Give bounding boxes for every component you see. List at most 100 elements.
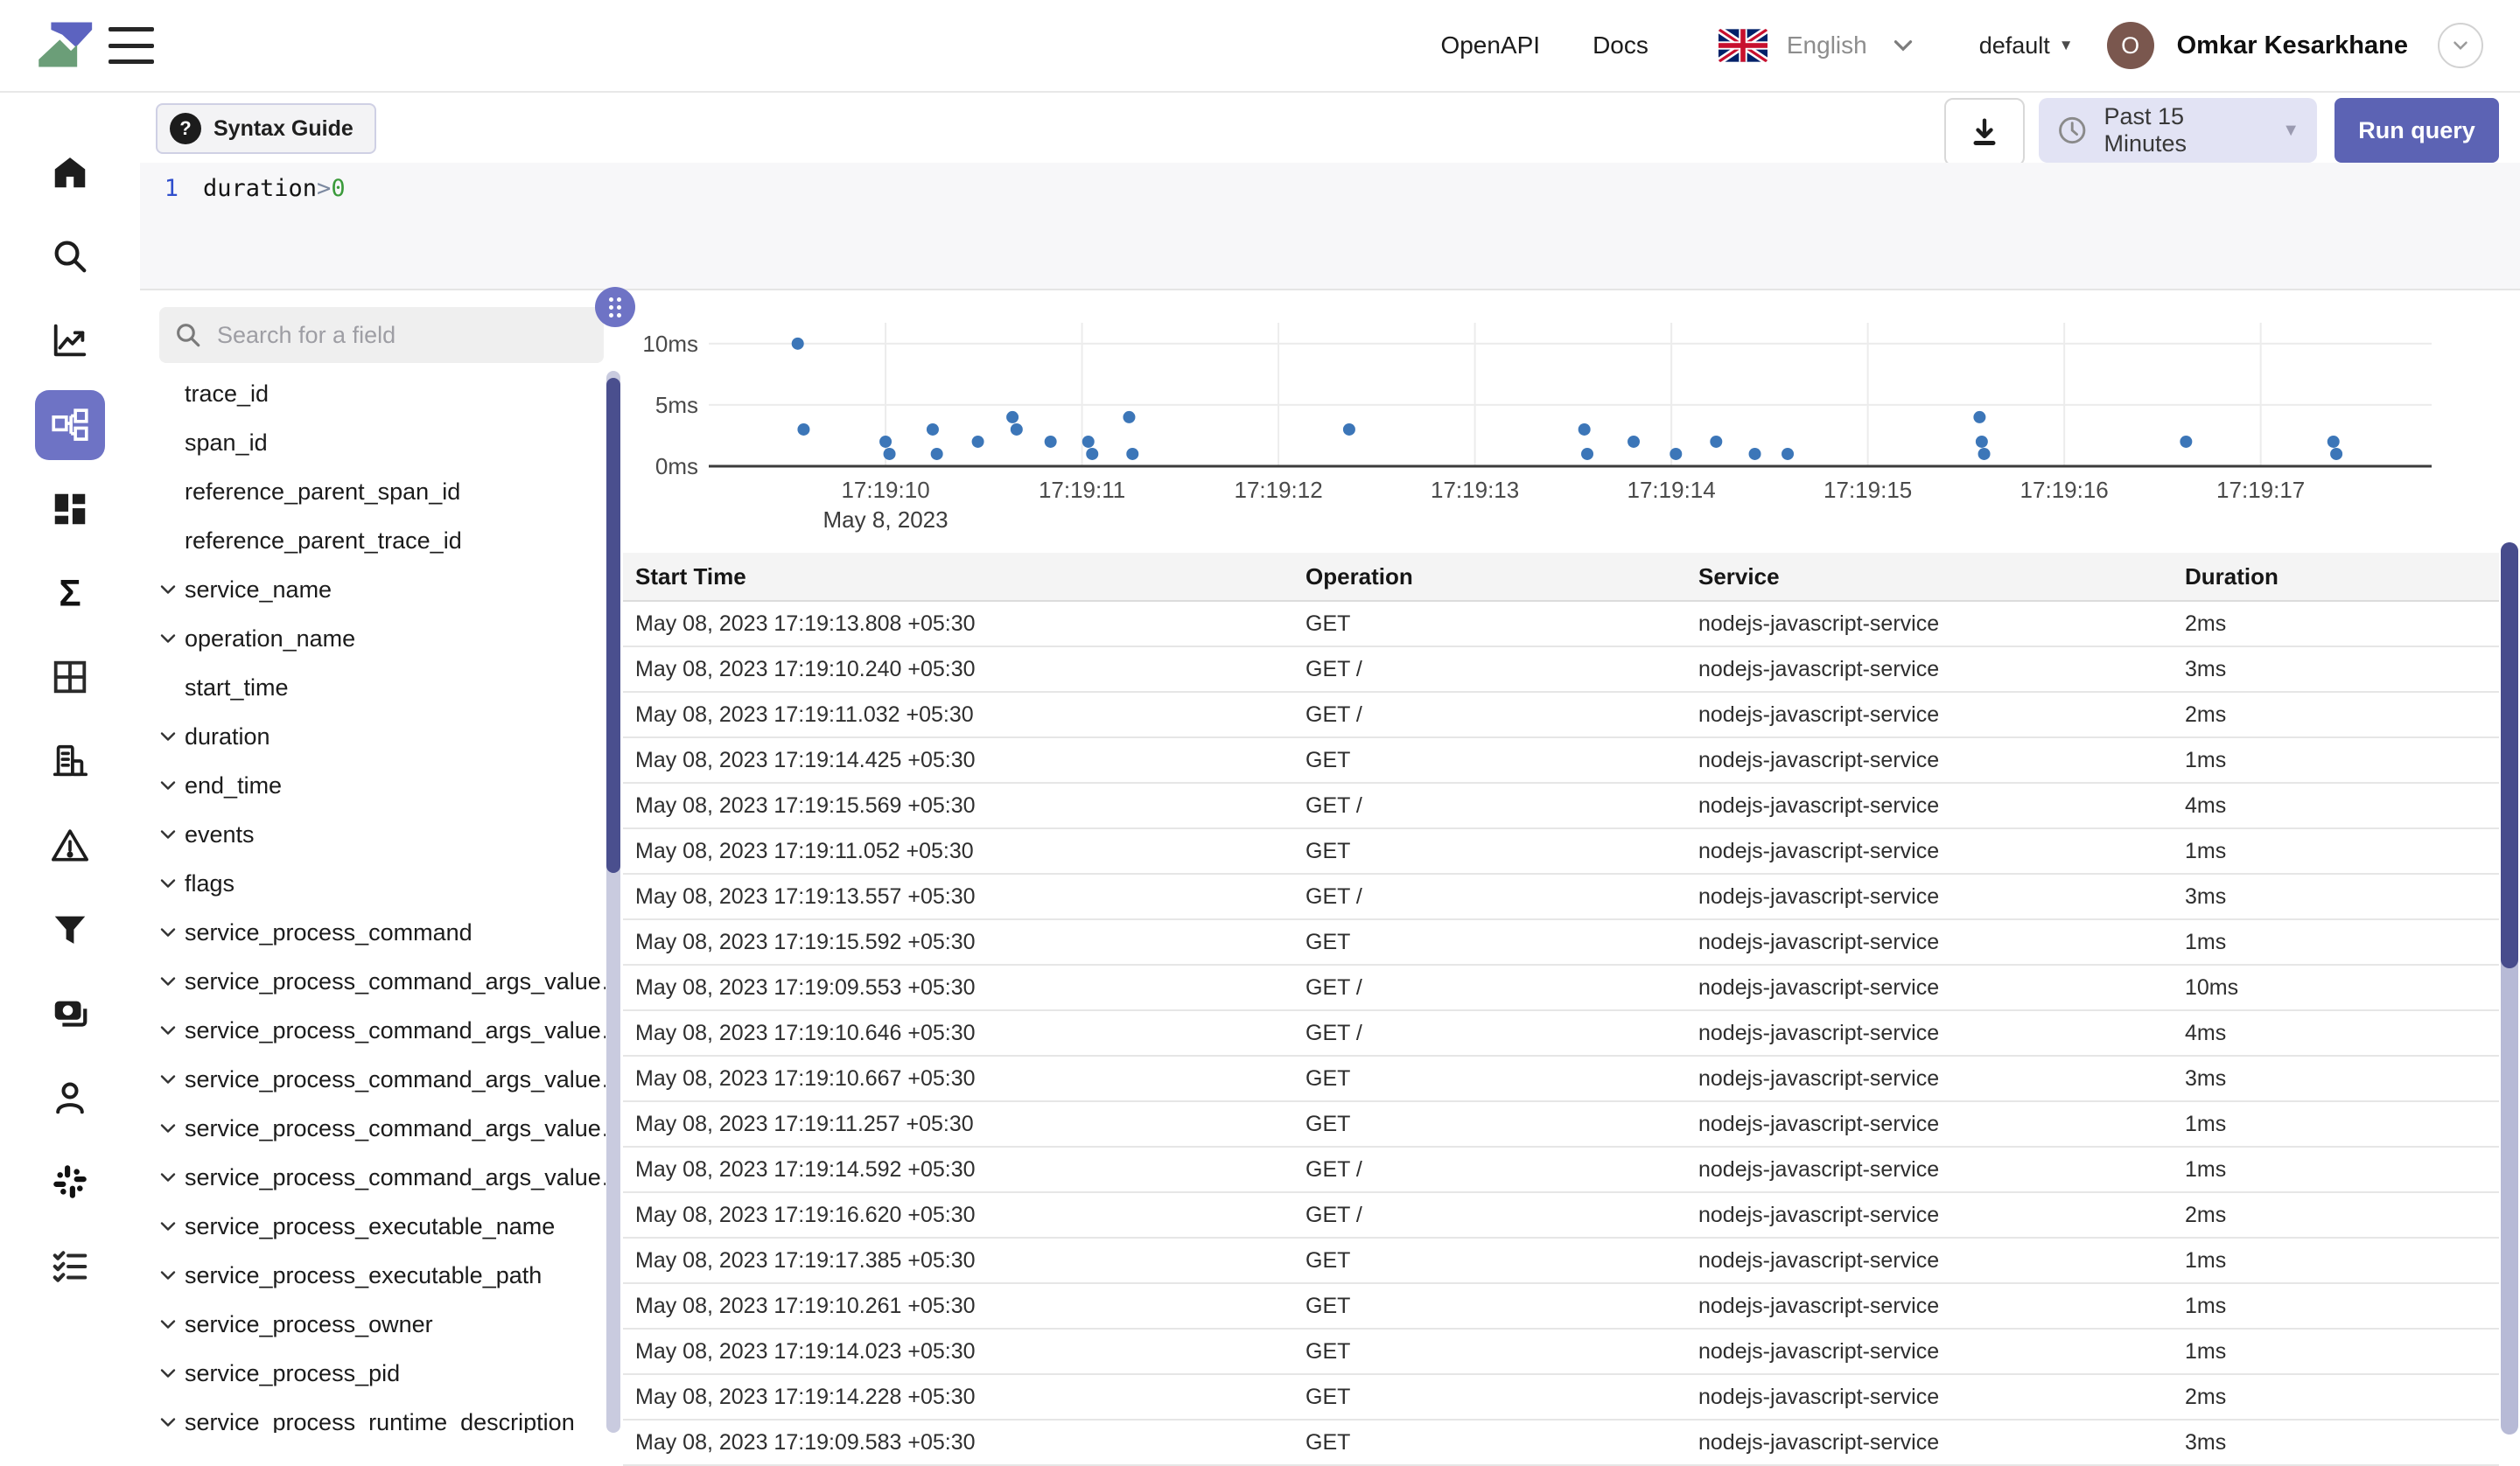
table-row[interactable]: May 08, 2023 17:19:11.257 +05:30 GET nodej… — [623, 1102, 2499, 1148]
chevron-down-icon[interactable] — [158, 726, 178, 747]
field-item[interactable]: operation_name — [158, 614, 606, 663]
field-search-input[interactable] — [215, 320, 590, 350]
table-row[interactable]: May 08, 2023 17:19:11.052 +05:30 GET nodej… — [623, 829, 2499, 875]
table-row[interactable]: May 08, 2023 17:19:13.557 +05:30 GET / nod… — [623, 875, 2499, 920]
table-row[interactable]: May 08, 2023 17:19:15.569 +05:30 GET / nod… — [623, 784, 2499, 829]
chevron-down-icon[interactable] — [158, 628, 178, 649]
chevron-down-icon[interactable] — [158, 922, 178, 943]
table-row[interactable]: May 08, 2023 17:19:14.425 +05:30 GET nodej… — [623, 738, 2499, 784]
field-item[interactable]: trace_id — [158, 369, 606, 418]
field-item[interactable]: span_id — [158, 418, 606, 467]
table-cell: nodejs-javascript-service — [1698, 611, 1940, 636]
nav-openapi[interactable]: OpenAPI — [1440, 31, 1540, 59]
chevron-down-icon[interactable] — [158, 971, 178, 992]
chevron-down-icon[interactable] — [158, 1216, 178, 1237]
person-icon — [50, 1078, 90, 1118]
table-row[interactable]: May 08, 2023 17:19:17.385 +05:30 GET nodej… — [623, 1239, 2499, 1284]
chevron-down-icon[interactable] — [158, 1265, 178, 1286]
sidebar-item-users[interactable] — [35, 1063, 105, 1133]
table-row[interactable]: May 08, 2023 17:19:14.228 +05:30 GET nodej… — [623, 1375, 2499, 1421]
column-header: Start Time — [635, 562, 746, 590]
field-item[interactable]: start_time — [158, 663, 606, 712]
data-point — [2330, 447, 2343, 460]
sidebar-item-slack[interactable] — [35, 1147, 105, 1217]
field-item[interactable]: service_process_command_args_value… — [158, 1055, 606, 1104]
field-item[interactable]: reference_parent_span_id — [158, 467, 606, 516]
sidebar-item-streams[interactable] — [35, 979, 105, 1049]
run-query-button[interactable]: Run query — [2334, 98, 2499, 163]
org-selector[interactable]: default ▼ — [1979, 32, 2074, 59]
table-row[interactable]: May 08, 2023 17:19:14.592 +05:30 GET / nod… — [623, 1148, 2499, 1193]
chevron-down-icon[interactable] — [158, 1069, 178, 1090]
field-label: service_name — [185, 576, 332, 603]
field-item[interactable]: service_process_owner — [158, 1300, 606, 1349]
download-button[interactable] — [1944, 98, 2025, 166]
field-list-scrollbar-thumb[interactable] — [606, 378, 620, 873]
chevron-down-icon[interactable] — [158, 1020, 178, 1041]
sidebar-item-metrics[interactable] — [35, 305, 105, 375]
chevron-down-icon[interactable] — [158, 873, 178, 894]
table-scrollbar-thumb[interactable] — [2501, 542, 2518, 968]
duration-scatter-chart[interactable]: 0ms 5ms 10ms 17:19:10 17:19:11 17:19:12 17:19:… — [623, 290, 2520, 553]
chevron-down-icon[interactable] — [158, 579, 178, 600]
field-item[interactable]: service_name — [158, 565, 606, 614]
table-row[interactable]: May 08, 2023 17:19:13.808 +05:30 GET nodej… — [623, 602, 2499, 647]
data-point — [1975, 435, 1988, 448]
sidebar-item-filters[interactable] — [35, 895, 105, 965]
panel-drag-handle[interactable] — [595, 287, 635, 327]
field-item[interactable]: service_process_command_args_value… — [158, 1006, 606, 1055]
field-item[interactable]: service_process_executable_path — [158, 1251, 606, 1300]
chevron-down-icon[interactable] — [158, 1118, 178, 1139]
field-item[interactable]: duration — [158, 712, 606, 761]
sidebar-item-alerts[interactable] — [35, 811, 105, 881]
user-menu-button[interactable] — [2438, 23, 2483, 68]
field-label: start_time — [185, 674, 289, 701]
chevron-down-icon[interactable] — [158, 1314, 178, 1335]
sidebar-item-search[interactable] — [35, 221, 105, 291]
field-item[interactable]: service_process_command_args_value… — [158, 1104, 606, 1153]
language-selector[interactable]: English — [1787, 31, 1918, 60]
table-row[interactable]: May 08, 2023 17:19:14.023 +05:30 GET nodej… — [623, 1330, 2499, 1375]
sidebar-item-index[interactable] — [35, 642, 105, 712]
field-item[interactable]: events — [158, 810, 606, 859]
field-list-scrollbar[interactable] — [606, 371, 620, 1433]
chevron-down-icon[interactable] — [158, 775, 178, 796]
menu-button[interactable] — [108, 27, 154, 64]
table-row[interactable]: May 08, 2023 17:19:10.646 +05:30 GET / nod… — [623, 1011, 2499, 1057]
query-editor[interactable]: 1 duration > 0 — [140, 163, 2520, 289]
sidebar-item-tasks[interactable] — [35, 1232, 105, 1302]
table-row[interactable]: May 08, 2023 17:19:09.553 +05:30 GET / nod… — [623, 966, 2499, 1011]
field-item[interactable]: service_process_pid — [158, 1349, 606, 1398]
table-row[interactable]: May 08, 2023 17:19:10.667 +05:30 GET nodej… — [623, 1057, 2499, 1102]
chevron-down-icon[interactable] — [158, 824, 178, 845]
table-cell: nodejs-javascript-service — [1698, 1384, 1940, 1409]
field-item[interactable]: service_process_command — [158, 908, 606, 957]
table-row[interactable]: May 08, 2023 17:19:16.620 +05:30 GET / nod… — [623, 1193, 2499, 1239]
table-row[interactable]: May 08, 2023 17:19:10.240 +05:30 GET / nod… — [623, 647, 2499, 693]
field-item[interactable]: service_process_runtime_description — [158, 1398, 606, 1433]
field-item[interactable]: service_process_command_args_value… — [158, 957, 606, 1006]
syntax-guide-button[interactable]: ? Syntax Guide — [156, 103, 376, 154]
table-row[interactable]: May 08, 2023 17:19:09.583 +05:30 GET nodej… — [623, 1421, 2499, 1466]
sidebar-item-home[interactable] — [35, 137, 105, 207]
sidebar-item-dashboard[interactable] — [35, 474, 105, 544]
chevron-down-icon[interactable] — [158, 1167, 178, 1188]
avatar[interactable]: O — [2106, 22, 2154, 69]
table-cell: GET — [1306, 1384, 1351, 1409]
table-row[interactable]: May 08, 2023 17:19:10.261 +05:30 GET nodej… — [623, 1284, 2499, 1330]
time-range-selector[interactable]: Past 15 Minutes ▼ — [2039, 98, 2317, 163]
nav-docs[interactable]: Docs — [1592, 31, 1648, 59]
field-item[interactable]: end_time — [158, 761, 606, 810]
table-row[interactable]: May 08, 2023 17:19:15.592 +05:30 GET nodej… — [623, 920, 2499, 966]
table-row[interactable]: May 08, 2023 17:19:11.032 +05:30 GET / nod… — [623, 693, 2499, 738]
field-item[interactable]: flags — [158, 859, 606, 908]
chevron-down-icon[interactable] — [158, 1363, 178, 1384]
field-item[interactable]: reference_parent_trace_id — [158, 516, 606, 565]
chevron-down-icon[interactable] — [158, 1412, 178, 1433]
field-item[interactable]: service_process_executable_name — [158, 1202, 606, 1251]
table-scrollbar[interactable] — [2501, 542, 2518, 1435]
sidebar-item-traces[interactable] — [35, 390, 105, 460]
sidebar-item-functions[interactable]: Σ — [35, 558, 105, 628]
sidebar-item-organization[interactable] — [35, 726, 105, 796]
field-item[interactable]: service_process_command_args_value… — [158, 1153, 606, 1202]
